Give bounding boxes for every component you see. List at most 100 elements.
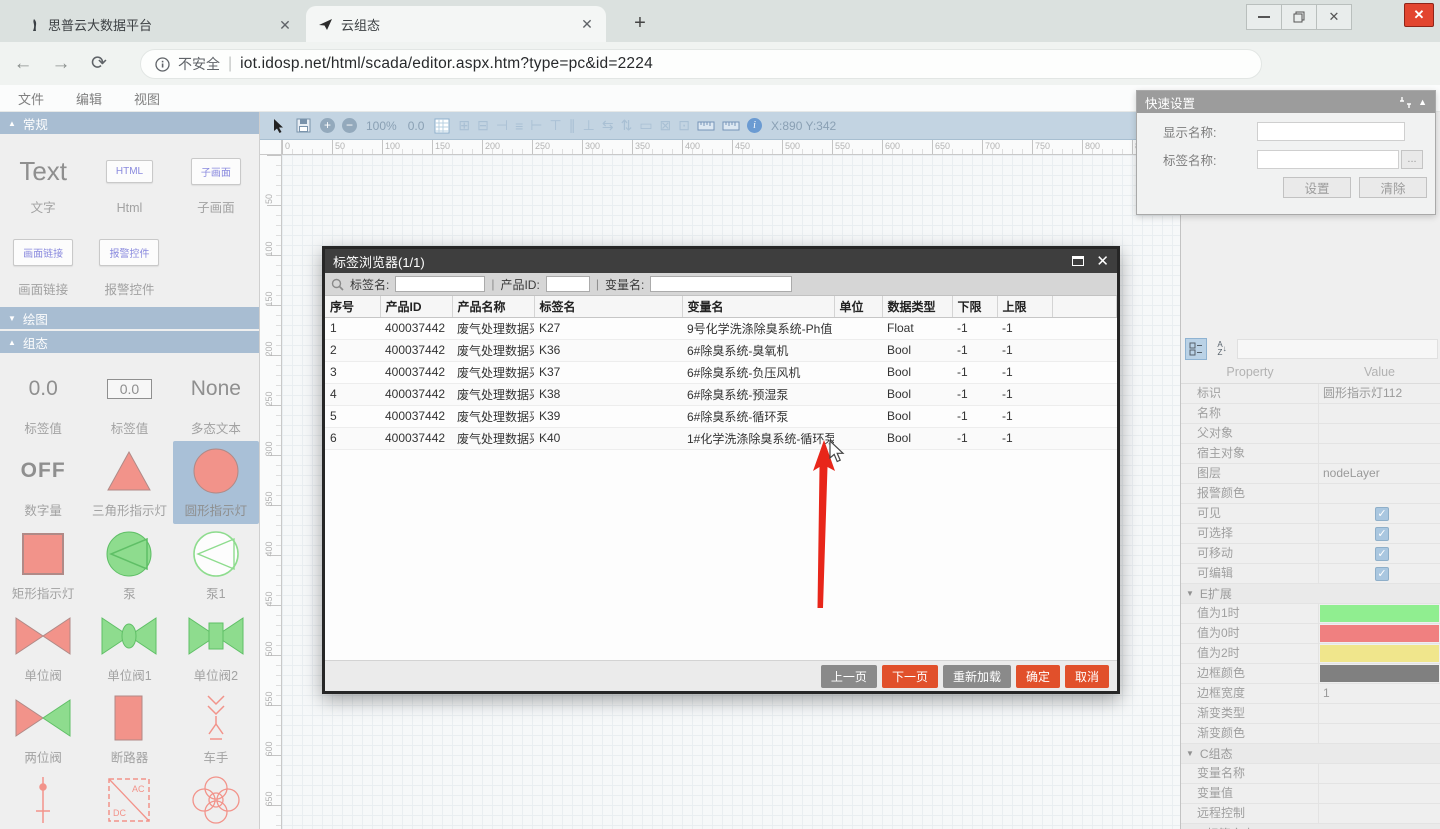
property-value[interactable] bbox=[1319, 644, 1440, 663]
close-window-badge[interactable]: ✕ bbox=[1404, 3, 1434, 27]
column-header[interactable]: 变量名 bbox=[682, 296, 834, 317]
property-section[interactable]: ▼E扩展 bbox=[1181, 584, 1440, 604]
palette-item-unit-valve[interactable]: 单位阀 bbox=[0, 606, 86, 688]
palette-item-multi-state-text[interactable]: None多态文本 bbox=[173, 359, 259, 441]
display-name-input[interactable] bbox=[1257, 122, 1405, 141]
close-dialog-icon[interactable]: ✕ bbox=[1096, 254, 1109, 269]
property-row[interactable]: 远程控制 bbox=[1181, 804, 1440, 824]
palette-item-tag-value-boxed[interactable]: 0.0标签值 bbox=[86, 359, 172, 441]
palette-item-sub-screen[interactable]: 子画面子画面 bbox=[173, 144, 259, 226]
property-section[interactable]: ▼C组态 bbox=[1181, 744, 1440, 764]
palette-item-text[interactable]: Text文字 bbox=[0, 144, 86, 226]
property-value[interactable] bbox=[1319, 444, 1440, 463]
property-row[interactable]: 值为0时 bbox=[1181, 624, 1440, 644]
property-value[interactable] bbox=[1319, 424, 1440, 443]
menu-file[interactable]: 文件 bbox=[18, 89, 44, 108]
property-row[interactable]: 渐变类型 bbox=[1181, 704, 1440, 724]
property-row[interactable]: 名称 bbox=[1181, 404, 1440, 424]
reload-button[interactable]: 重新加载 bbox=[943, 665, 1011, 688]
table-row[interactable]: 2400037442废气处理数据采K366#除臭系统-臭氧机Bool-1-1 bbox=[325, 339, 1117, 361]
menu-edit[interactable]: 编辑 bbox=[76, 89, 102, 108]
categorize-icon[interactable] bbox=[1185, 338, 1207, 360]
property-value[interactable] bbox=[1319, 724, 1440, 743]
property-row[interactable]: 边框宽度1 bbox=[1181, 684, 1440, 704]
palette-item-inverter[interactable]: ACDC逆变器 bbox=[86, 770, 172, 829]
tab-close-icon[interactable]: ✕ bbox=[578, 15, 596, 33]
palette-item-alarm-control[interactable]: 报警控件报警控件 bbox=[86, 226, 172, 308]
close-window-button[interactable]: ✕ bbox=[1316, 4, 1352, 30]
property-row[interactable]: 值为1时 bbox=[1181, 604, 1440, 624]
property-row[interactable]: 报警颜色 bbox=[1181, 484, 1440, 504]
palette-item-pump1[interactable]: 泵1 bbox=[173, 524, 259, 606]
palette-item-brake[interactable]: 车手 bbox=[173, 688, 259, 770]
tag-name-input[interactable] bbox=[1257, 150, 1399, 169]
column-header[interactable]: 序号 bbox=[325, 296, 380, 317]
property-filter-box[interactable] bbox=[1237, 339, 1438, 359]
property-value[interactable]: nodeLayer bbox=[1319, 464, 1440, 483]
checkbox-checked-icon[interactable]: ✓ bbox=[1375, 527, 1389, 541]
tab-sipu-cloud[interactable]: 思普云大数据平台 ✕ bbox=[16, 7, 304, 42]
palette-item-screen-link[interactable]: 画面链接画面链接 bbox=[0, 226, 86, 308]
palette-item-breaker[interactable]: 断路器 bbox=[86, 688, 172, 770]
menu-view[interactable]: 视图 bbox=[134, 89, 160, 108]
property-row[interactable]: 渐变颜色 bbox=[1181, 724, 1440, 744]
property-value[interactable]: 1 bbox=[1319, 684, 1440, 703]
property-row[interactable]: 可选择✓ bbox=[1181, 524, 1440, 544]
palette-item-knife-switch[interactable]: 刀闸 bbox=[0, 770, 86, 829]
property-row[interactable]: 可编辑✓ bbox=[1181, 564, 1440, 584]
palette-item-tag-value[interactable]: 0.0标签值 bbox=[0, 359, 86, 441]
column-header[interactable]: 数据类型 bbox=[882, 296, 952, 317]
property-row[interactable]: 宿主对象 bbox=[1181, 444, 1440, 464]
property-value[interactable]: ✓ bbox=[1319, 504, 1440, 523]
palette-item-unit-valve1[interactable]: 单位阀1 bbox=[86, 606, 172, 688]
property-row[interactable]: 可移动✓ bbox=[1181, 544, 1440, 564]
property-value[interactable] bbox=[1319, 624, 1440, 643]
property-value[interactable] bbox=[1319, 484, 1440, 503]
color-swatch[interactable] bbox=[1320, 625, 1439, 642]
maximize-icon[interactable] bbox=[1072, 256, 1084, 266]
save-icon[interactable] bbox=[295, 117, 313, 135]
palette-item-html[interactable]: HTMLHtml bbox=[86, 144, 172, 226]
tab-cloud-scada[interactable]: 云组态 ✕ bbox=[306, 6, 606, 42]
select-cursor-icon[interactable] bbox=[270, 117, 288, 135]
table-row[interactable]: 5400037442废气处理数据采K396#除臭系统-循环泵Bool-1-1 bbox=[325, 405, 1117, 427]
table-row[interactable]: 3400037442废气处理数据采K376#除臭系统-负压风机Bool-1-1 bbox=[325, 361, 1117, 383]
tab-close-icon[interactable]: ✕ bbox=[276, 16, 294, 34]
palette-item-pump[interactable]: 泵 bbox=[86, 524, 172, 606]
column-header[interactable]: 产品名称 bbox=[452, 296, 534, 317]
property-row[interactable]: 图层nodeLayer bbox=[1181, 464, 1440, 484]
checkbox-checked-icon[interactable]: ✓ bbox=[1375, 567, 1389, 581]
back-button[interactable]: ← bbox=[8, 53, 38, 75]
zoom-out-icon[interactable]: − bbox=[342, 118, 357, 133]
property-value[interactable] bbox=[1319, 404, 1440, 423]
property-row[interactable]: 标识圆形指示灯112 bbox=[1181, 384, 1440, 404]
palette-item-rt[interactable]: RT bbox=[173, 770, 259, 829]
checkbox-checked-icon[interactable]: ✓ bbox=[1375, 507, 1389, 521]
column-header[interactable]: 单位 bbox=[834, 296, 882, 317]
ruler-horizontal-icon[interactable] bbox=[697, 117, 715, 135]
palette-item-rect-indicator[interactable]: 矩形指示灯 bbox=[0, 524, 86, 606]
column-header[interactable]: 上限 bbox=[997, 296, 1052, 317]
table-row[interactable]: 6400037442废气处理数据采K401#化学洗涤除臭系统-循环泵Bool-1… bbox=[325, 427, 1117, 449]
property-row[interactable]: 变量名称 bbox=[1181, 764, 1440, 784]
table-row[interactable]: 1400037442废气处理数据采K279号化学洗涤除臭系统-Ph值Float-… bbox=[325, 317, 1117, 339]
column-header[interactable]: 下限 bbox=[952, 296, 997, 317]
next-page-button[interactable]: 下一页 bbox=[882, 665, 938, 688]
property-value[interactable]: 圆形指示灯112 bbox=[1319, 384, 1440, 403]
property-value[interactable] bbox=[1319, 704, 1440, 723]
property-value[interactable]: ✓ bbox=[1319, 544, 1440, 563]
new-tab-button[interactable]: + bbox=[628, 12, 652, 36]
property-value[interactable] bbox=[1319, 664, 1440, 683]
section-header-drawing[interactable]: 绘图 bbox=[0, 307, 259, 329]
palette-item-unit-valve2[interactable]: 单位阀2 bbox=[173, 606, 259, 688]
column-header[interactable]: 产品ID bbox=[380, 296, 452, 317]
pin-icon[interactable] bbox=[1399, 96, 1412, 109]
prev-page-button[interactable]: 上一页 bbox=[821, 665, 877, 688]
section-header-scada[interactable]: 组态 bbox=[0, 331, 259, 353]
property-row[interactable]: 值为2时 bbox=[1181, 644, 1440, 664]
property-value[interactable] bbox=[1319, 764, 1440, 783]
info-icon[interactable]: i bbox=[747, 118, 762, 133]
reload-button[interactable]: ⟳ bbox=[84, 52, 114, 75]
forward-button[interactable]: → bbox=[46, 53, 76, 75]
security-label[interactable]: 不安全 bbox=[178, 54, 220, 74]
